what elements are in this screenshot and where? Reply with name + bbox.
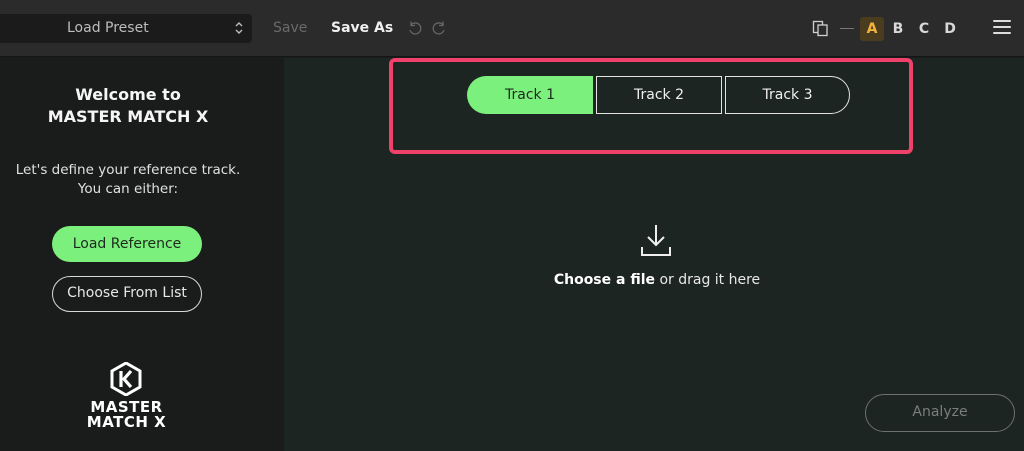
slot-d[interactable]: D: [938, 17, 962, 41]
description-line2: You can either:: [77, 181, 179, 197]
description-line1: Let's define your reference track.: [15, 162, 241, 178]
logo-icon: [110, 362, 142, 396]
logo-text: MASTER MATCH X: [0, 400, 253, 430]
slot-b[interactable]: B: [886, 17, 910, 41]
tab-track-1[interactable]: Track 1: [467, 76, 593, 114]
undo-icon[interactable]: [407, 20, 423, 36]
slot-c[interactable]: C: [912, 17, 936, 41]
app-name-title: MASTER MATCH X: [47, 107, 209, 126]
redo-icon[interactable]: [431, 20, 447, 36]
chevron-updown-icon: [235, 22, 243, 34]
download-icon[interactable]: [638, 223, 674, 259]
choose-from-list-button[interactable]: Choose From List: [52, 276, 202, 312]
welcome-title: Welcome to: [75, 85, 181, 104]
sidebar: Welcome to MASTER MATCH X Let's define y…: [0, 58, 283, 451]
tab-track-2[interactable]: Track 2: [596, 76, 722, 114]
drop-zone-text[interactable]: Choose a file or drag it here: [284, 272, 1024, 288]
drag-hint: or drag it here: [659, 272, 761, 288]
logo-line2: MATCH X: [86, 413, 167, 431]
copy-icon[interactable]: [812, 20, 829, 37]
preset-selector[interactable]: Load Preset: [0, 14, 252, 43]
description: Let's define your reference track. You c…: [0, 161, 256, 199]
analyze-button[interactable]: Analyze: [865, 394, 1015, 432]
preset-label: Load Preset: [67, 20, 149, 36]
choose-file-link[interactable]: Choose a file: [554, 272, 655, 288]
load-reference-button[interactable]: Load Reference: [52, 226, 202, 262]
save-button[interactable]: Save: [273, 20, 307, 36]
slot-divider: [840, 28, 854, 29]
save-as-button[interactable]: Save As: [331, 20, 393, 36]
top-toolbar: Load Preset Save Save As A B C D: [0, 0, 1024, 57]
tab-track-3[interactable]: Track 3: [725, 76, 850, 114]
menu-icon[interactable]: [993, 20, 1011, 36]
main-panel: Track 1 Track 2 Track 3 Choose a file or…: [284, 58, 1024, 451]
slot-a[interactable]: A: [860, 17, 884, 41]
